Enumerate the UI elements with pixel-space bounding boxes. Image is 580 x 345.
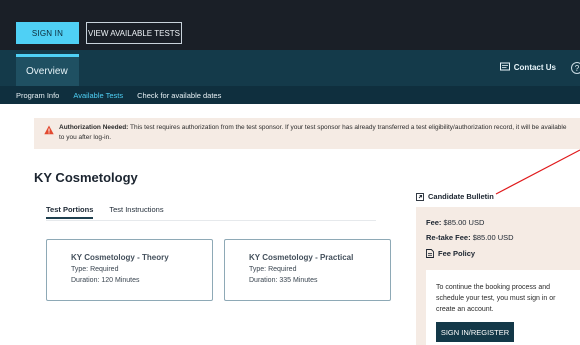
test-card-duration: Duration: 120 Minutes	[71, 277, 140, 284]
contact-us-label: Contact Us	[513, 62, 556, 72]
view-available-tests-button[interactable]: VIEW AVAILABLE TESTS	[86, 22, 182, 44]
test-card-name: KY Cosmetology - Theory	[71, 253, 169, 262]
sub-navigation: Program Info Available Tests Check for a…	[0, 86, 580, 104]
authorization-alert: Authorization Needed: This test requires…	[34, 118, 580, 149]
test-card-duration: Duration: 335 Minutes	[249, 277, 318, 284]
candidate-bulletin-link[interactable]: Candidate Bulletin	[416, 192, 494, 201]
test-tabs: Test Portions Test Instructions	[46, 205, 164, 219]
question-circle-icon[interactable]: ?	[571, 62, 580, 74]
fee-line: Fee: $85.00 USD	[426, 218, 484, 227]
document-icon	[426, 249, 434, 258]
test-card-type: Type: Required	[71, 266, 119, 273]
warning-triangle-icon	[44, 125, 54, 135]
tab-test-instructions[interactable]: Test Instructions	[109, 205, 163, 219]
sign-in-button[interactable]: SIGN IN	[16, 22, 79, 44]
sign-in-prompt-text: To continue the booking process and sche…	[436, 284, 556, 313]
fee-policy-link[interactable]: Fee Policy	[426, 249, 475, 258]
test-card-theory[interactable]: KY Cosmetology - Theory Type: Required D…	[46, 239, 213, 301]
alert-title: Authorization Needed:	[59, 124, 129, 131]
subnav-item-program-info[interactable]: Program Info	[16, 91, 59, 100]
external-link-icon	[416, 192, 424, 201]
contact-us-link[interactable]: Contact Us	[499, 62, 556, 72]
main-nav-bar	[0, 50, 580, 86]
retake-fee-value: $85.00 USD	[472, 233, 514, 242]
candidate-bulletin-label: Candidate Bulletin	[428, 192, 494, 201]
alert-message: This test requires authorization from th…	[59, 124, 567, 141]
fee-policy-label: Fee Policy	[438, 249, 476, 258]
test-card-name: KY Cosmetology - Practical	[249, 253, 354, 262]
subnav-item-check-dates[interactable]: Check for available dates	[137, 91, 221, 100]
message-icon	[499, 62, 510, 71]
tab-test-portions[interactable]: Test Portions	[46, 205, 94, 219]
retake-fee-line: Re-take Fee: $85.00 USD	[426, 233, 514, 242]
subnav-item-available-tests[interactable]: Available Tests	[73, 91, 123, 100]
retake-fee-label: Re-take Fee:	[426, 233, 471, 242]
tabs-divider	[46, 220, 376, 221]
test-card-practical[interactable]: KY Cosmetology - Practical Type: Require…	[224, 239, 391, 301]
page-title: KY Cosmetology	[34, 170, 138, 185]
fee-value: $85.00 USD	[443, 218, 485, 227]
tab-overview[interactable]: Overview	[16, 54, 79, 86]
sign-in-register-button[interactable]: SIGN IN/REGISTER	[436, 322, 514, 342]
test-card-type: Type: Required	[249, 266, 297, 273]
fee-label: Fee:	[426, 218, 442, 227]
